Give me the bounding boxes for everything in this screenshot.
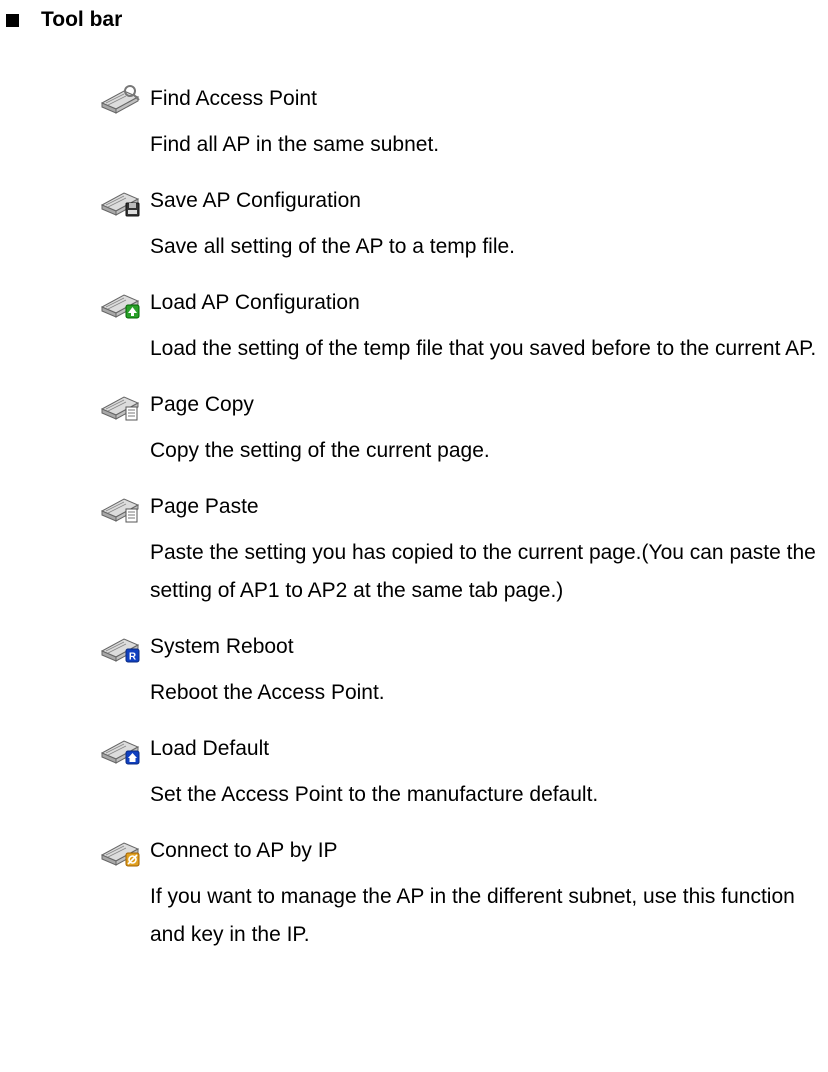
connect-ap-ip-icon — [100, 835, 140, 867]
toolbar-item-description: Reboot the Access Point. — [100, 674, 818, 712]
toolbar-item-description: Load the setting of the temp file that y… — [100, 330, 818, 368]
toolbar-item-title: System Reboot — [150, 628, 294, 666]
toolbar-item-description: If you want to manage the AP in the diff… — [100, 878, 818, 954]
system-reboot-icon: R — [100, 631, 140, 663]
toolbar-item: Load Default Set the Access Point to the … — [100, 730, 818, 814]
section-heading: Tool bar — [41, 8, 122, 32]
toolbar-item-description: Set the Access Point to the manufacture … — [100, 776, 818, 814]
save-ap-config-icon — [100, 185, 140, 217]
toolbar-item-description: Paste the setting you has copied to the … — [100, 534, 818, 610]
load-default-icon — [100, 733, 140, 765]
toolbar-item: R System Reboot Reboot the Access Point. — [100, 628, 818, 712]
section-heading-row: Tool bar — [0, 0, 828, 32]
load-ap-config-icon — [100, 287, 140, 319]
toolbar-item: Connect to AP by IP If you want to manage… — [100, 832, 818, 954]
page-paste-icon — [100, 491, 140, 523]
toolbar-item-title-row: Page Copy — [100, 386, 818, 424]
svg-text:R: R — [129, 652, 137, 663]
toolbar-item-description: Save all setting of the AP to a temp fil… — [100, 228, 818, 266]
toolbar-item-title: Connect to AP by IP — [150, 832, 338, 870]
toolbar-item: Load AP Configuration Load the setting of… — [100, 284, 818, 368]
page-copy-icon — [100, 389, 140, 421]
toolbar-items-list: Find Access Point Find all AP in the same… — [0, 80, 828, 954]
toolbar-item: Page Copy Copy the setting of the current… — [100, 386, 818, 470]
toolbar-item-title: Page Paste — [150, 488, 259, 526]
find-access-point-icon — [100, 83, 140, 115]
toolbar-item-description: Copy the setting of the current page. — [100, 432, 818, 470]
toolbar-item-title-row: Load Default — [100, 730, 818, 768]
toolbar-item-title: Page Copy — [150, 386, 254, 424]
toolbar-item-title: Load Default — [150, 730, 269, 768]
square-bullet-icon — [6, 14, 19, 27]
toolbar-item-title: Save AP Configuration — [150, 182, 361, 220]
toolbar-item-title-row: Connect to AP by IP — [100, 832, 818, 870]
toolbar-item: Find Access Point Find all AP in the same… — [100, 80, 818, 164]
toolbar-item-title: Load AP Configuration — [150, 284, 360, 322]
toolbar-item-title: Find Access Point — [150, 80, 317, 118]
toolbar-item-title-row: Load AP Configuration — [100, 284, 818, 322]
toolbar-item-title-row: Find Access Point — [100, 80, 818, 118]
toolbar-item-description: Find all AP in the same subnet. — [100, 126, 818, 164]
toolbar-item-title-row: Save AP Configuration — [100, 182, 818, 220]
toolbar-item: Page Paste Paste the setting you has copi… — [100, 488, 818, 610]
toolbar-item: Save AP Configuration Save all setting of… — [100, 182, 818, 266]
toolbar-item-title-row: R System Reboot — [100, 628, 818, 666]
toolbar-item-title-row: Page Paste — [100, 488, 818, 526]
